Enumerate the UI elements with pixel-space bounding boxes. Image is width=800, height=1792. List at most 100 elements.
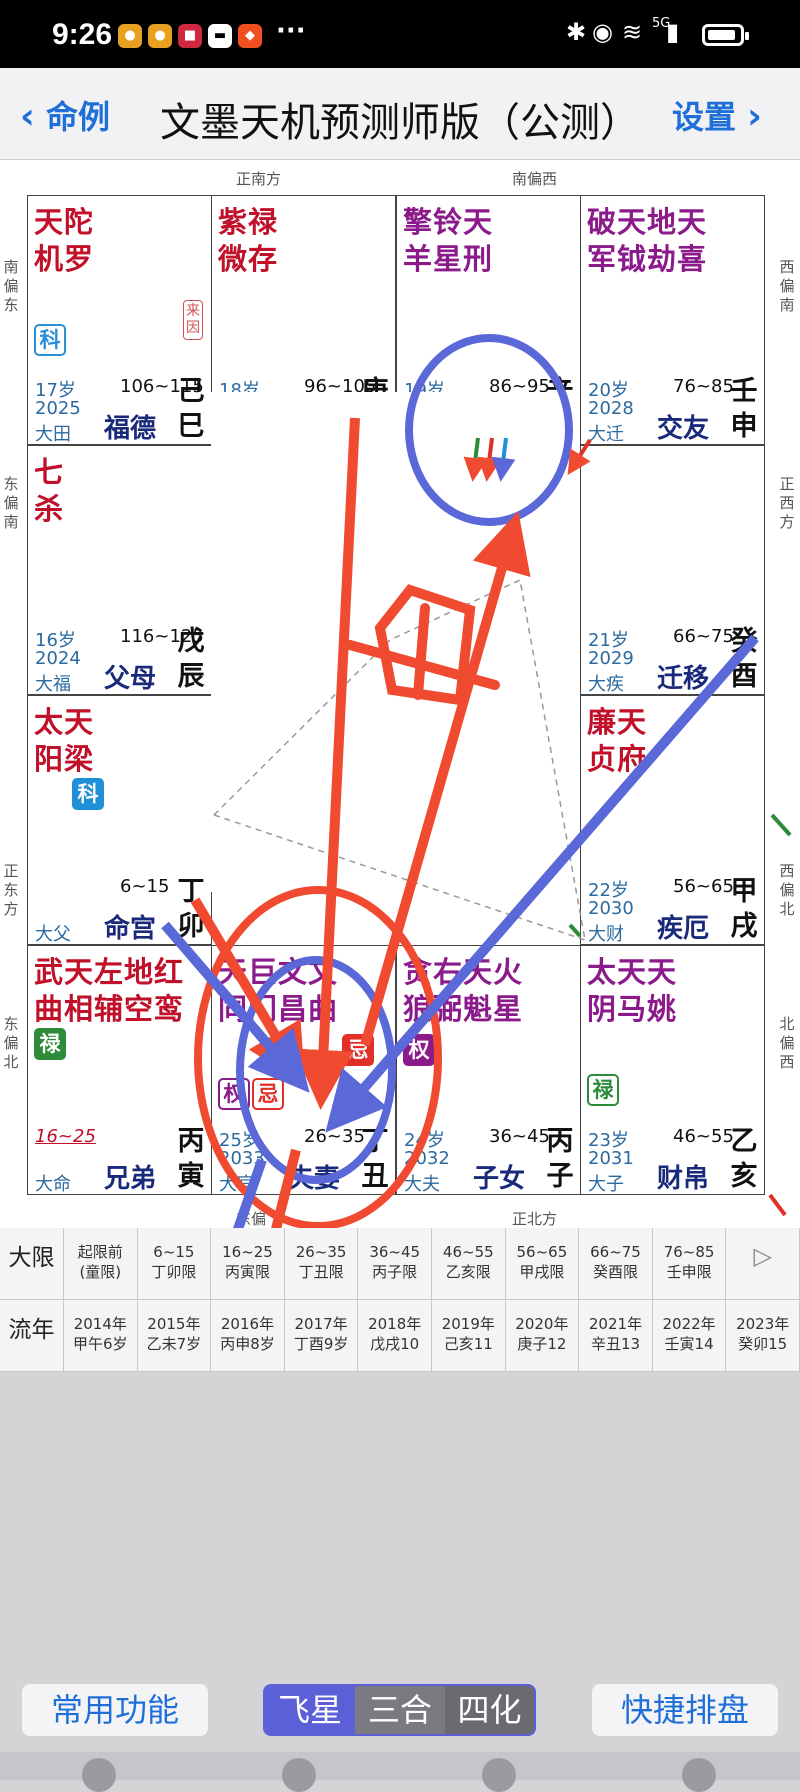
daxian-cell[interactable]: 起限前 (童限) <box>64 1228 138 1300</box>
battery-icon <box>702 24 749 46</box>
star-line: 阳梁 <box>34 742 95 776</box>
palace-name: 父母 <box>104 664 157 694</box>
liunian-cell[interactable]: 2018年 戊戌10 <box>358 1300 432 1372</box>
settings-button[interactable]: 设置 › <box>672 92 762 138</box>
seg-feixing[interactable]: 飞星 <box>265 1686 355 1734</box>
palace-daxian: 大疾 <box>588 674 624 695</box>
app-icon-orange: ◆ <box>238 24 262 48</box>
cell-line-2: 癸酉限 <box>592 1263 638 1281</box>
timeline-table: 大限 起限前 (童限) 6~15 丁卯限 16~25 丙寅限 26~35 丁丑限 36~45 丙子限… <box>0 1228 800 1372</box>
weibo-icon: ● <box>118 24 142 48</box>
daxian-cell[interactable]: 66~75 癸酉限 <box>579 1228 653 1300</box>
star-line: 天巨文文 <box>218 955 339 989</box>
cell-line-2: (童限) <box>79 1263 122 1281</box>
quick-chart-button[interactable]: 快捷排盘 <box>592 1684 778 1736</box>
cell-line-2: 丁卯限 <box>151 1263 197 1281</box>
liunian-cell[interactable]: 2023年 癸卯15 <box>726 1300 800 1372</box>
seg-sihua[interactable]: 四化 <box>445 1686 534 1734</box>
palace-5[interactable]: 21岁 66~75 2029 大疾 迁移癸酉 <box>580 445 765 695</box>
liunian-cell[interactable]: 2014年 甲午6岁 <box>64 1300 138 1372</box>
liunian-cell[interactable]: 2021年 辛丑13 <box>579 1300 653 1372</box>
tab-info-icon[interactable] <box>482 1758 516 1792</box>
palace-range: 46~55 <box>673 1126 734 1147</box>
bluetooth-icon: ✱ <box>566 18 587 46</box>
chevron-right-icon: › <box>747 96 762 137</box>
liunian-cell[interactable]: 2017年 丁酉9岁 <box>284 1300 359 1372</box>
palace-11[interactable]: 太天天 阴马姚禄 23岁 46~55 2031 大子 财帛乙亥 <box>580 945 765 1195</box>
seg-sanhe[interactable]: 三合 <box>355 1686 445 1734</box>
palace-stars: 太天 阳梁 <box>34 704 94 778</box>
cell-line-1: ▷ <box>753 1242 772 1270</box>
cell-line-2: 己亥11 <box>443 1335 493 1353</box>
star-line: 破天地天 <box>587 205 708 239</box>
daxian-cell[interactable]: 6~15 丁卯限 <box>137 1228 212 1300</box>
palace-10[interactable]: 贪右天火 狼弼魁星权 24岁 36~45 2032 大夫 子女丙子 <box>396 945 581 1195</box>
direction-left-e: 正东方 <box>3 862 19 918</box>
palace-name: 财帛 <box>657 1164 710 1194</box>
daxian-cell[interactable]: 56~65 甲戌限 <box>505 1228 580 1300</box>
palace-name: 福德 <box>104 414 157 444</box>
cell-line-1: 6~15 <box>153 1243 195 1261</box>
direction-bottom-northeast: 东偏 <box>236 1210 267 1228</box>
palace-name: 兄弟 <box>104 1164 157 1194</box>
app-icon-white: ▬ <box>208 24 232 48</box>
branch: 酉 <box>730 661 758 692</box>
direction-top-southwest: 南偏西 <box>512 170 558 188</box>
palace-9[interactable]: 天巨文文 同门昌曲忌权忌 25岁 26~35 2033 大官 夫妻丁丑 <box>211 945 396 1195</box>
row-label: 大限 <box>0 1228 64 1300</box>
star-line: 七 <box>34 455 65 489</box>
palace-name: 夫妻 <box>288 1164 341 1194</box>
tab-profile-icon[interactable] <box>682 1758 716 1792</box>
palace-stem-branch: 丙子 <box>546 1124 574 1194</box>
palace-8[interactable]: 武天左地红 曲相辅空鸾禄 16~25 大命 兄弟丙寅 <box>27 945 212 1195</box>
palace-stem-branch: 甲戌 <box>730 874 758 944</box>
stem: 丙 <box>177 1126 205 1157</box>
palace-daxian: 大官 <box>219 1174 255 1195</box>
common-functions-button[interactable]: 常用功能 <box>22 1684 208 1736</box>
palace-stars: 太天天 阴马姚 <box>587 954 677 1028</box>
tab-explore-icon[interactable] <box>282 1758 316 1792</box>
cell-line-2: 甲戌限 <box>519 1263 565 1281</box>
cell-line-1: 2023年 <box>736 1315 790 1333</box>
palace-6[interactable]: 太天 阳梁科 6~15 大父 命宫丁卯 <box>27 695 212 945</box>
palace-daxian: 大田 <box>35 424 71 445</box>
cell-line-1: 16~25 <box>222 1243 273 1261</box>
liunian-cell[interactable]: 2015年 乙未7岁 <box>137 1300 212 1372</box>
liunian-cell[interactable]: 2019年 己亥11 <box>432 1300 506 1372</box>
liunian-cell[interactable]: 2016年 丙申8岁 <box>211 1300 285 1372</box>
daxian-cell[interactable]: 16~25 丙寅限 <box>211 1228 285 1300</box>
branch: 卯 <box>177 911 205 942</box>
star-line: 太天天 <box>587 955 678 989</box>
laiyin-tag: 来因 <box>183 300 203 340</box>
nav-bar: ‹ 命例 文墨天机预测师版（公测） 设置 › <box>0 68 800 160</box>
daxian-cell[interactable]: 46~55 乙亥限 <box>432 1228 506 1300</box>
star-line: 机罗 <box>34 242 95 276</box>
palace-7[interactable]: 廉天 贞府 22岁 56~65 2030 大财 疾厄甲戌 <box>580 695 765 945</box>
liunian-cell[interactable]: 2022年 壬寅14 <box>652 1300 727 1372</box>
star-line: 羊星刑 <box>403 242 494 276</box>
tab-home-icon[interactable] <box>82 1758 116 1792</box>
back-button[interactable]: ‹ 命例 <box>20 92 110 138</box>
palace-3[interactable]: 破天地天 军钺劫喜 20岁 76~85 2028 大迁 交友壬申 <box>580 195 765 445</box>
cell-line-1: 2017年 <box>294 1315 348 1333</box>
liunian-cell[interactable]: 2020年 庚子12 <box>505 1300 580 1372</box>
next-arrow-button[interactable]: ▷ <box>726 1228 800 1300</box>
daxian-cell[interactable]: 36~45 丙子限 <box>358 1228 432 1300</box>
cell-line-1: 2014年 <box>73 1315 127 1333</box>
cell-line-2: 乙亥限 <box>445 1263 491 1281</box>
cell-line-1: 56~65 <box>516 1243 568 1261</box>
cell-line-1: 2016年 <box>220 1315 275 1333</box>
cell-line-1: 2015年 <box>147 1315 201 1333</box>
settings-label: 设置 <box>672 98 737 136</box>
palace-year: 2029 <box>588 648 634 669</box>
cell-line-2: 壬寅14 <box>664 1335 714 1353</box>
palace-4[interactable]: 七杀 16岁 116~125 2024 大福 父母戊辰 <box>27 445 212 695</box>
palace-0[interactable]: 天陀 机罗科来因 17岁 106~115 2025 大田 福德己巳 <box>27 195 212 445</box>
cell-line-1: 2021年 <box>588 1315 643 1333</box>
palace-range: 26~35 <box>304 1126 365 1147</box>
mode-segmented-control: 飞星 三合 四化 <box>263 1684 536 1736</box>
daxian-cell[interactable]: 76~85 壬申限 <box>652 1228 727 1300</box>
daxian-cell[interactable]: 26~35 丁丑限 <box>284 1228 359 1300</box>
palace-range: 76~85 <box>673 376 734 397</box>
palace-daxian: 大福 <box>35 674 71 695</box>
